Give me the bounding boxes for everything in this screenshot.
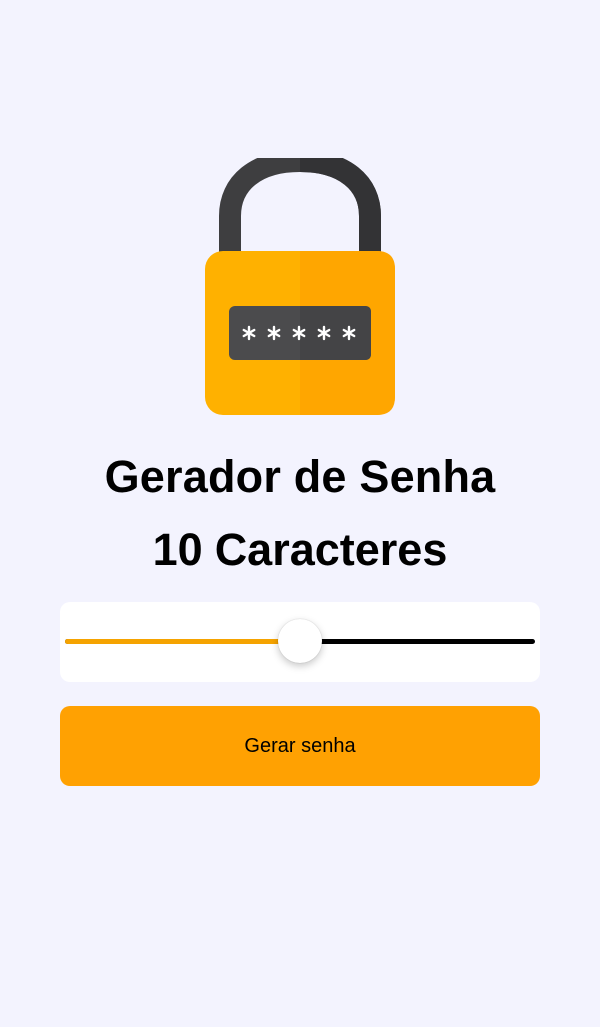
length-count: 10 — [152, 524, 203, 575]
length-slider-card — [60, 602, 540, 682]
generate-password-button[interactable]: Gerar senha — [60, 706, 540, 786]
length-slider[interactable] — [65, 619, 535, 663]
slider-fill — [65, 639, 300, 644]
page-title: Gerador de Senha — [104, 451, 496, 502]
password-generator-screen: Gerador de Senha 10 Caracteres Gerar senh… — [0, 0, 600, 1027]
length-unit: Caracteres — [214, 524, 448, 575]
padlock-icon — [200, 158, 400, 420]
slider-thumb[interactable] — [278, 619, 322, 663]
length-display: 10 Caracteres — [0, 521, 600, 579]
